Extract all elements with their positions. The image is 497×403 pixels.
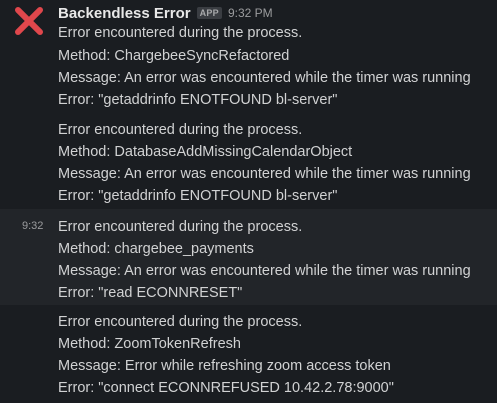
method-line: Method: ZoomTokenRefresh <box>58 336 241 352</box>
method-line: Method: ChargebeeSyncRefactored <box>58 48 290 64</box>
message-line: Error encountered during the process. <box>58 122 303 138</box>
message-block: Error encountered during the process. Me… <box>0 305 497 403</box>
method-line: Method: DatabaseAddMissingCalendarObject <box>58 144 353 160</box>
message-feed: Backendless Error APP 9:32 PM Error enco… <box>0 0 497 403</box>
error-line: Error: "getaddrinfo ENOTFOUND bl-server" <box>58 92 338 108</box>
message-line: Error encountered during the process. <box>58 219 303 235</box>
message-text-line: Message: An error was encountered while … <box>58 70 471 86</box>
hover-timestamp[interactable]: 9:32 <box>22 220 43 232</box>
message-line: Error encountered during the process. <box>58 25 303 41</box>
message-block-hovered[interactable]: 9:32 Error encountered during the proces… <box>0 209 497 305</box>
message-text-line: Message: Error while refreshing zoom acc… <box>58 358 391 374</box>
error-line: Error: "connect ECONNREFUSED 10.42.2.78:… <box>58 380 394 396</box>
error-line: Error: "getaddrinfo ENOTFOUND bl-server" <box>58 188 338 204</box>
message-text-line: Message: An error was encountered while … <box>58 263 471 279</box>
error-line: Error: "read ECONNRESET" <box>58 285 243 301</box>
message-block: Error encountered during the process. Me… <box>0 0 497 113</box>
message-line: Error encountered during the process. <box>58 314 303 330</box>
method-line: Method: chargebee_payments <box>58 241 254 257</box>
message-text-line: Message: An error was encountered while … <box>58 166 471 182</box>
message-block: Error encountered during the process. Me… <box>0 113 497 209</box>
